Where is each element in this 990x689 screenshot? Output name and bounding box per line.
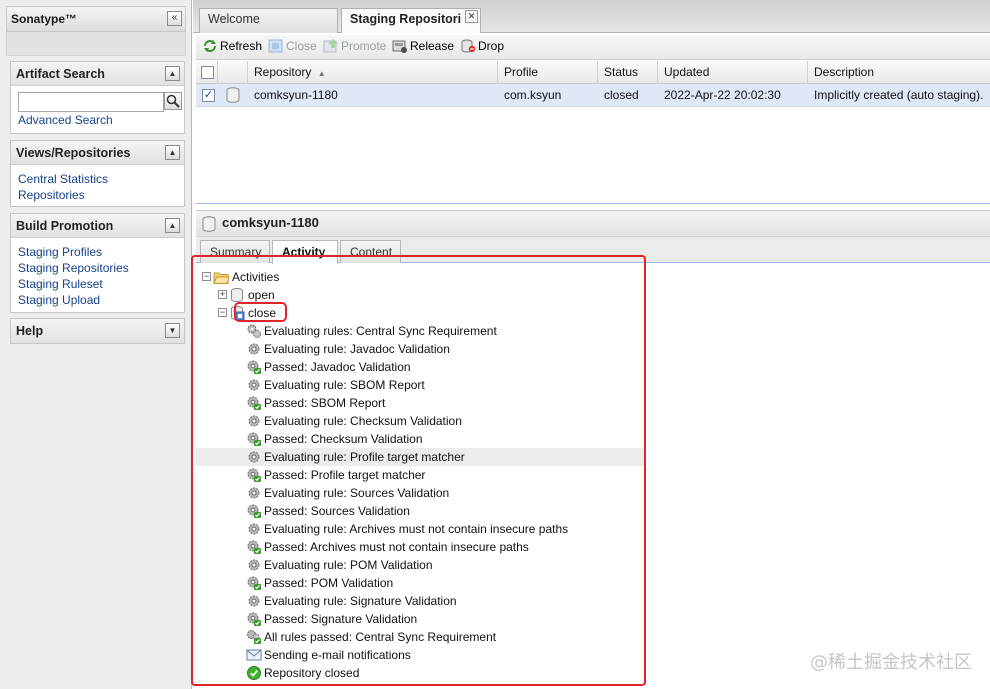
search-icon[interactable] xyxy=(164,92,182,110)
artifact-search-header[interactable]: Artifact Search ▲ xyxy=(11,62,184,86)
help-header[interactable]: Help ▼ xyxy=(11,319,184,343)
build-promotion-header[interactable]: Build Promotion ▲ xyxy=(11,214,184,238)
repository-icon xyxy=(226,87,240,106)
drop-label: Drop xyxy=(478,39,505,53)
sort-ascending-icon: ▲ xyxy=(317,69,326,78)
build-promotion-title: Build Promotion xyxy=(16,219,114,233)
column-header-description[interactable]: Description xyxy=(808,61,990,84)
drop-icon xyxy=(460,39,476,53)
select-all-checkbox[interactable] xyxy=(201,66,214,79)
sidebar-item-staging-profiles[interactable]: Staging Profiles xyxy=(18,244,177,260)
column-label: Description xyxy=(814,65,875,79)
build-promotion-body: Staging Profiles Staging Repositories St… xyxy=(11,238,184,313)
drop-button[interactable]: Drop xyxy=(460,39,504,57)
release-icon xyxy=(392,39,408,53)
artifact-search-input[interactable] xyxy=(18,92,164,112)
column-label: Status xyxy=(604,65,639,79)
tab-staging-repositories[interactable]: Staging Repositori xyxy=(341,8,481,33)
sidebar-item-staging-upload[interactable]: Staging Upload xyxy=(18,292,177,308)
sidebar-item-central-statistics[interactable]: Central Statistics xyxy=(18,171,177,187)
row-description: Implicitly created (auto staging). xyxy=(814,88,984,102)
staging-toolbar: Refresh Close Promote Release Drop xyxy=(196,35,990,60)
sidebar-item-staging-repositories[interactable]: Staging Repositories xyxy=(18,260,177,276)
column-header-profile[interactable]: Profile xyxy=(498,61,598,84)
watermark: @稀土掘金技术社区 xyxy=(810,652,972,673)
collapse-panel-icon[interactable]: ▲ xyxy=(165,145,180,160)
artifact-search-body: Advanced Search xyxy=(11,86,184,133)
expand-panel-icon[interactable]: ▼ xyxy=(165,323,180,338)
artifact-search-panel: Artifact Search ▲ Advanced Search xyxy=(10,61,185,134)
refresh-icon xyxy=(202,39,218,53)
sidebar-item-staging-ruleset[interactable]: Staging Ruleset xyxy=(18,276,177,292)
views-repositories-header[interactable]: Views/Repositories ▲ xyxy=(11,141,184,165)
column-label: Repository xyxy=(254,65,312,79)
column-header-status[interactable]: Status xyxy=(598,61,658,84)
repository-icon xyxy=(202,216,216,235)
views-repositories-title: Views/Repositories xyxy=(16,146,131,160)
promote-icon xyxy=(323,39,339,53)
column-header-repository[interactable]: Repository ▲ xyxy=(248,61,498,84)
artifact-search-title: Artifact Search xyxy=(16,67,105,81)
collapse-panel-icon[interactable]: ▲ xyxy=(165,66,180,81)
help-panel: Help ▼ xyxy=(10,318,185,344)
select-all-header[interactable] xyxy=(196,61,218,84)
promote-label: Promote xyxy=(341,39,387,53)
tab-welcome[interactable]: Welcome xyxy=(199,8,338,33)
row-updated: 2022-Apr-22 20:02:30 xyxy=(664,88,781,102)
column-header-updated[interactable]: Updated xyxy=(658,61,808,84)
row-repository: comksyun-1180 xyxy=(254,88,338,102)
sidebar-toolbar-strip xyxy=(6,32,186,56)
close-label: Close xyxy=(286,39,317,53)
close-tab-icon[interactable]: ✕ xyxy=(465,10,478,23)
refresh-button[interactable]: Refresh xyxy=(202,39,262,57)
collapse-sidebar-button[interactable]: « xyxy=(167,11,182,26)
row-checkbox[interactable]: ✓ xyxy=(202,89,215,102)
column-label: Updated xyxy=(664,65,710,79)
table-row[interactable]: ✓ comksyun-1180 com.ksyun closed 2022-Ap… xyxy=(196,84,990,107)
app-title: Sonatype™ xyxy=(11,12,78,26)
grid-header: Repository ▲ Profile Status Updated Desc… xyxy=(196,61,990,84)
close-button[interactable]: Close xyxy=(268,39,317,57)
views-repositories-body: Central Statistics Repositories xyxy=(11,165,184,208)
column-label: Profile xyxy=(504,65,539,79)
icon-column-header xyxy=(218,61,248,84)
advanced-search-link[interactable]: Advanced Search xyxy=(18,112,177,128)
views-repositories-panel: Views/Repositories ▲ Central Statistics … xyxy=(10,140,185,207)
release-label: Release xyxy=(410,39,455,53)
sidebar-header: Sonatype™ « xyxy=(6,6,186,32)
close-repo-icon xyxy=(268,39,284,53)
release-button[interactable]: Release xyxy=(392,39,454,57)
detail-title: comksyun-1180 xyxy=(222,215,319,230)
sidebar-item-repositories[interactable]: Repositories xyxy=(18,187,177,203)
build-promotion-panel: Build Promotion ▲ Staging Profiles Stagi… xyxy=(10,213,185,313)
help-title: Help xyxy=(16,324,44,338)
row-status: closed xyxy=(604,88,639,102)
refresh-label: Refresh xyxy=(220,39,263,53)
collapse-panel-icon[interactable]: ▲ xyxy=(165,218,180,233)
annotation-close-highlight xyxy=(234,302,287,322)
promote-button[interactable]: Promote xyxy=(323,39,386,57)
row-profile: com.ksyun xyxy=(504,88,562,102)
